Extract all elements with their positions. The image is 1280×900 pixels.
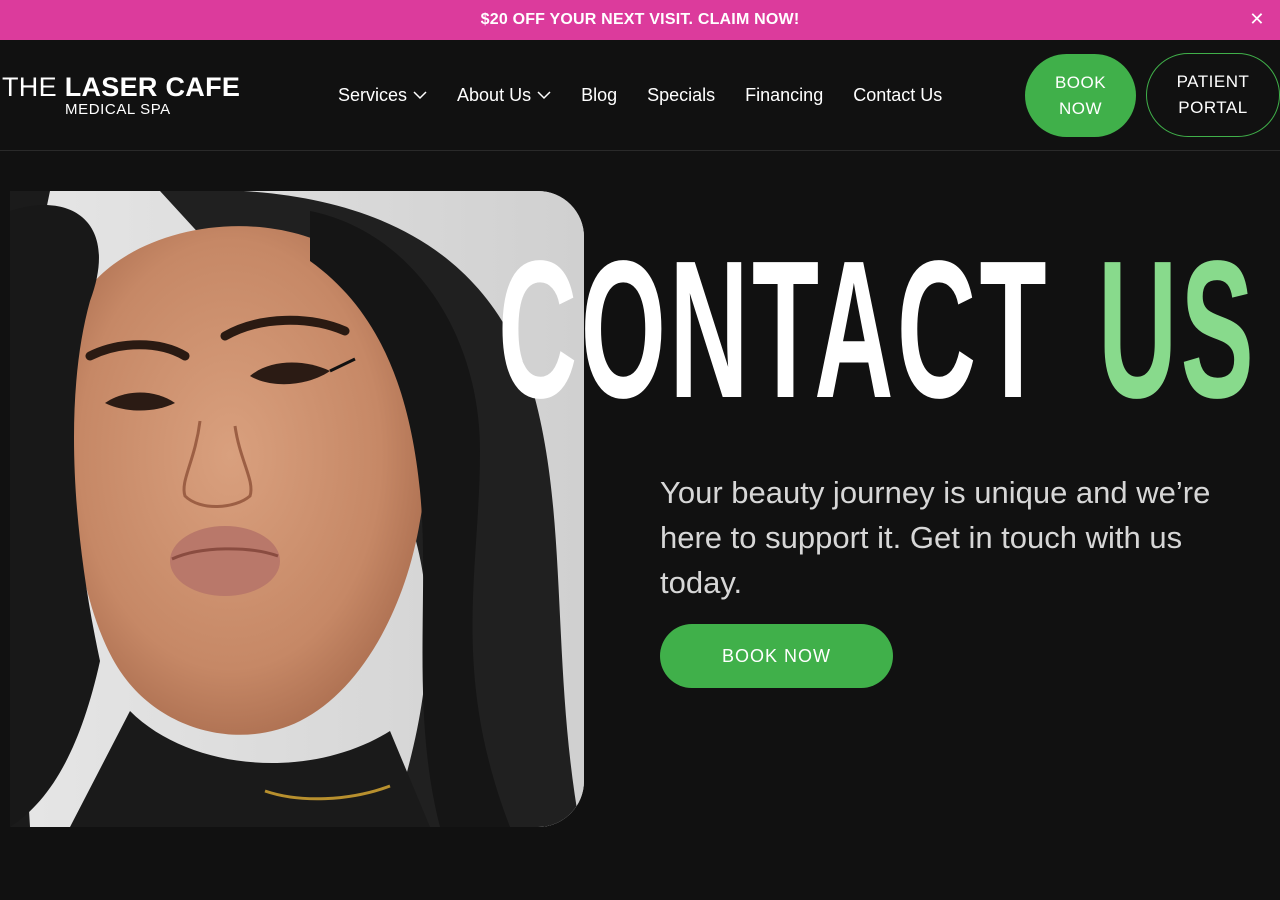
chevron-down-icon (537, 91, 551, 100)
nav-item-label: Blog (581, 84, 618, 105)
nav-item-services[interactable]: Services (338, 85, 427, 106)
logo-word-the: THE (2, 72, 65, 102)
hero-book-now-button[interactable]: BOOK NOW (660, 624, 893, 688)
promo-banner[interactable]: $20 OFF YOUR NEXT VISIT. CLAIM NOW! ✕ (0, 0, 1280, 40)
hero-subtitle: Your beauty journey is unique and we’re … (660, 475, 1211, 600)
portal-label-line-2: PORTAL (1178, 98, 1248, 117)
nav-item-financing[interactable]: Financing (745, 85, 823, 106)
logo-word-laser-cafe: LASER CAFE (64, 72, 241, 102)
chevron-down-icon (413, 91, 427, 100)
nav-item-about-us[interactable]: About Us (457, 85, 551, 106)
hero-title-word-us: US (1097, 220, 1258, 439)
book-label-line-2: NOW (1058, 98, 1103, 118)
portal-label-stack: PATIENT PORTAL (1177, 69, 1250, 121)
logo-line-2: MEDICAL SPA (65, 101, 171, 118)
nav-item-blog[interactable]: Blog (581, 85, 617, 106)
nav-item-specials[interactable]: Specials (647, 85, 715, 106)
logo-line-1: THE LASER CAFE (2, 73, 242, 101)
header-book-now-button[interactable]: BOOK NOW (1025, 54, 1136, 137)
hero-title-word-contact: CONTACT (498, 220, 1050, 439)
nav-item-label: Services (338, 84, 408, 105)
nav-item-label: About Us (457, 84, 532, 105)
site-logo[interactable]: THE LASER CAFE MEDICAL SPA (2, 73, 242, 119)
promo-text[interactable]: $20 OFF YOUR NEXT VISIT. CLAIM NOW! (481, 11, 800, 29)
nav-item-label: Specials (647, 84, 716, 105)
nav-item-label: Financing (745, 84, 824, 105)
portal-label-line-1: PATIENT (1176, 72, 1250, 91)
patient-portal-button[interactable]: PATIENT PORTAL (1146, 53, 1280, 137)
book-label-line-1: BOOK (1054, 72, 1107, 92)
book-label-stack: BOOK NOW (1055, 70, 1106, 122)
site-header: THE LASER CAFE MEDICAL SPA Services Abou… (0, 40, 1280, 151)
hero-title: CONTACT US (498, 225, 1280, 435)
main-nav: Services About Us Blog Specials Financin… (338, 82, 942, 108)
close-icon[interactable]: ✕ (1246, 8, 1268, 30)
nav-item-label: Contact Us (853, 84, 943, 105)
hero-cta-label: BOOK NOW (721, 645, 831, 666)
nav-item-contact-us[interactable]: Contact Us (853, 85, 942, 106)
